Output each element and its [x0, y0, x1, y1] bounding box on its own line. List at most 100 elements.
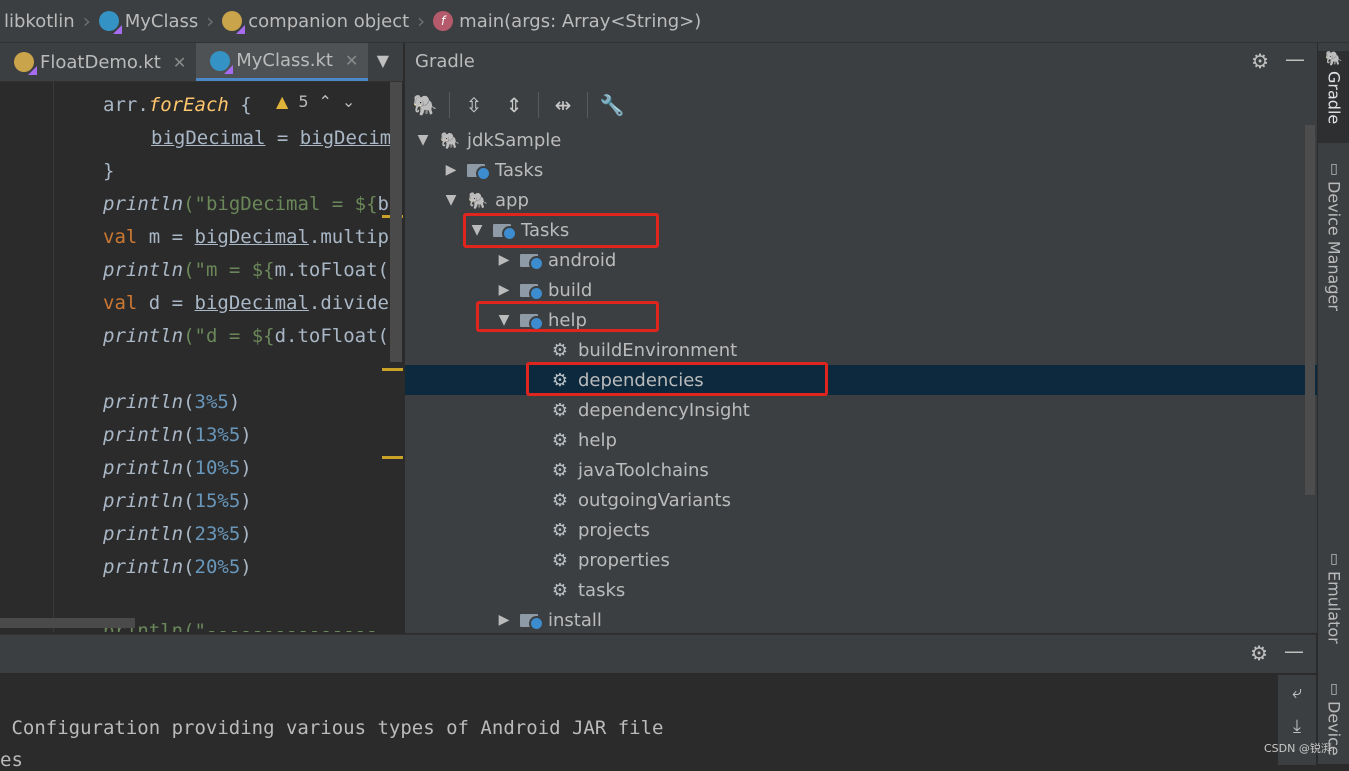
- code-line: println("d = ${d.toFloat(: [103, 325, 389, 347]
- highlight-box: [463, 213, 659, 248]
- collapse-all-icon[interactable]: ⇕: [494, 87, 534, 123]
- tree-item[interactable]: ⚙ dependencyInsight: [405, 395, 1317, 425]
- breadcrumb-item-module[interactable]: libkotlin: [0, 11, 79, 32]
- tree-item[interactable]: ⚙ outgoingVariants: [405, 485, 1317, 515]
- watermark: CSDN @锐湃: [1264, 742, 1332, 755]
- soft-wrap-icon[interactable]: ⤶: [1278, 675, 1316, 709]
- wrench-icon[interactable]: 🔧: [592, 87, 632, 123]
- code-line: println(10%5): [103, 457, 252, 479]
- right-tool-strip: 🐘 Gradle ▯ Device Manager ▯ Emulator ▯ D…: [1317, 43, 1349, 764]
- tree-item[interactable]: ⚙ projects: [405, 515, 1317, 545]
- gear-icon: ⚙: [551, 519, 569, 541]
- tree-item-label: jdkSample: [467, 129, 562, 151]
- breadcrumb-item-class[interactable]: MyClass: [95, 10, 203, 34]
- tool-tab-device-manager[interactable]: ▯ Device Manager: [1318, 161, 1349, 321]
- code-line: println(15%5): [103, 490, 252, 512]
- task-folder-icon: [520, 282, 544, 301]
- breadcrumb-label: MyClass: [124, 10, 199, 32]
- change-marker: [382, 456, 403, 459]
- tree-item[interactable]: ⚙ buildEnvironment: [405, 335, 1317, 365]
- tree-item[interactable]: ▶ install: [405, 605, 1317, 633]
- breadcrumb-item-function[interactable]: f main(args: Array<String>): [429, 11, 705, 32]
- gear-icon: ⚙: [551, 579, 569, 601]
- tab-myclass[interactable]: MyClass.kt ✕: [196, 43, 369, 81]
- tree-item-label: properties: [578, 549, 670, 571]
- minimize-icon[interactable]: —: [1284, 639, 1304, 663]
- tree-item-label: javaToolchains: [578, 459, 709, 481]
- close-icon[interactable]: ✕: [345, 51, 358, 70]
- tree-item[interactable]: ▶ android: [405, 245, 1317, 275]
- chevron-right-icon: ›: [82, 9, 91, 33]
- change-marker: [382, 368, 403, 371]
- tool-tab-gradle[interactable]: 🐘 Gradle: [1318, 51, 1349, 143]
- task-folder-icon: [520, 252, 544, 271]
- gear-icon[interactable]: ⚙: [1251, 49, 1269, 73]
- elephant-sync-icon[interactable]: 🐘: [405, 87, 445, 123]
- close-icon[interactable]: ✕: [173, 53, 186, 72]
- gear-icon[interactable]: ⚙: [1250, 641, 1268, 665]
- code-line: val m = bigDecimal.multip: [103, 226, 389, 248]
- tool-tab-emulator[interactable]: ▯ Emulator: [1318, 551, 1349, 651]
- inspection-widget[interactable]: ▲ 5 ⌃ ⌄: [272, 92, 360, 111]
- tree-item[interactable]: ▶ Tasks: [405, 155, 1317, 185]
- device-icon: ▯: [1330, 161, 1338, 177]
- kotlin-object-icon: [222, 11, 246, 34]
- gutter-divider: [53, 82, 54, 632]
- chevron-right-icon[interactable]: ▶: [443, 162, 459, 178]
- code-line: println(20%5): [103, 556, 252, 578]
- gradle-tree[interactable]: ▼ 🐘 jdkSample ▶ Tasks ▼ 🐘 app ▼ Tasks ▶ …: [405, 125, 1317, 633]
- tree-item[interactable]: ▼ 🐘 jdkSample: [405, 125, 1317, 155]
- code-editor[interactable]: arr.forEach { ▲ 5 ⌃ ⌄ bigDecimal = bigDe…: [0, 82, 403, 632]
- tree-item[interactable]: ⚙ javaToolchains: [405, 455, 1317, 485]
- tree-item-label: dependencyInsight: [578, 399, 750, 421]
- expand-all-icon[interactable]: ⇳: [454, 87, 494, 123]
- gear-icon: ⚙: [551, 459, 569, 481]
- vertical-scrollbar[interactable]: [1305, 125, 1315, 495]
- chevron-right-icon: ›: [206, 9, 215, 33]
- scroll-to-end-icon[interactable]: ⤓: [1278, 709, 1316, 743]
- gradle-header: Gradle ⚙ —: [405, 43, 1317, 81]
- tree-item-label: buildEnvironment: [578, 339, 738, 361]
- tree-item[interactable]: ⚙ help: [405, 425, 1317, 455]
- breadcrumb: libkotlin › MyClass › companion object ›…: [0, 0, 1349, 43]
- warning-icon: ▲: [276, 92, 289, 111]
- chevron-right-icon[interactable]: ▶: [496, 252, 512, 268]
- code-line: bigDecimal = bigDecim: [151, 127, 392, 149]
- tree-item[interactable]: ⚙ properties: [405, 545, 1317, 575]
- horizontal-scrollbar[interactable]: [0, 618, 135, 628]
- vertical-scrollbar[interactable]: [390, 82, 402, 362]
- chevron-right-icon[interactable]: ▶: [496, 612, 512, 628]
- chevron-down-icon[interactable]: ▼: [415, 132, 431, 148]
- tree-item[interactable]: ▼ 🐘 app: [405, 185, 1317, 215]
- tree-item[interactable]: ⚙ tasks: [405, 575, 1317, 605]
- gear-icon: ⚙: [551, 339, 569, 361]
- tree-item-label: app: [495, 189, 529, 211]
- chevron-right-icon[interactable]: ▶: [496, 282, 512, 298]
- tree-item-label: help: [578, 429, 617, 451]
- tree-item-label: Tasks: [495, 159, 544, 181]
- kotlin-file-icon: [210, 50, 234, 74]
- chevron-up-icon[interactable]: ⌃: [319, 92, 332, 111]
- chevron-down-icon[interactable]: ⌄: [342, 92, 355, 111]
- run-tool-window: ⚙ — Configuration providing various type…: [0, 634, 1316, 771]
- gear-icon: ⚙: [551, 489, 569, 511]
- chevron-down-icon[interactable]: ▼: [443, 192, 459, 208]
- tree-item-label: build: [548, 279, 593, 301]
- code-line: println(23%5): [103, 523, 252, 545]
- breadcrumb-label: libkotlin: [4, 10, 75, 32]
- gradle-tool-window: Gradle ⚙ — 🐘 ⇳ ⇕ ⇹ 🔧 ▼ 🐘 jdkSample ▶ Tas…: [404, 43, 1317, 633]
- tab-floatdemo[interactable]: FloatDemo.kt ✕: [0, 43, 196, 81]
- code-line: println(13%5): [103, 424, 252, 446]
- toolbar-separator: [449, 92, 450, 118]
- code-line: val d = bigDecimal.divide: [103, 292, 389, 314]
- toolbar-separator: [587, 92, 588, 118]
- breadcrumb-item-object[interactable]: companion object: [218, 11, 413, 34]
- chevron-down-icon[interactable]: ▼: [377, 51, 389, 70]
- elephant-icon: 🐘: [1325, 51, 1343, 67]
- device-icon: ▯: [1330, 681, 1338, 697]
- toggle-offline-icon[interactable]: ⇹: [543, 87, 583, 123]
- console-output-line: es: [0, 749, 23, 771]
- minimize-icon[interactable]: —: [1285, 47, 1305, 71]
- elephant-icon: 🐘: [440, 130, 460, 150]
- run-header: ⚙ —: [0, 635, 1316, 673]
